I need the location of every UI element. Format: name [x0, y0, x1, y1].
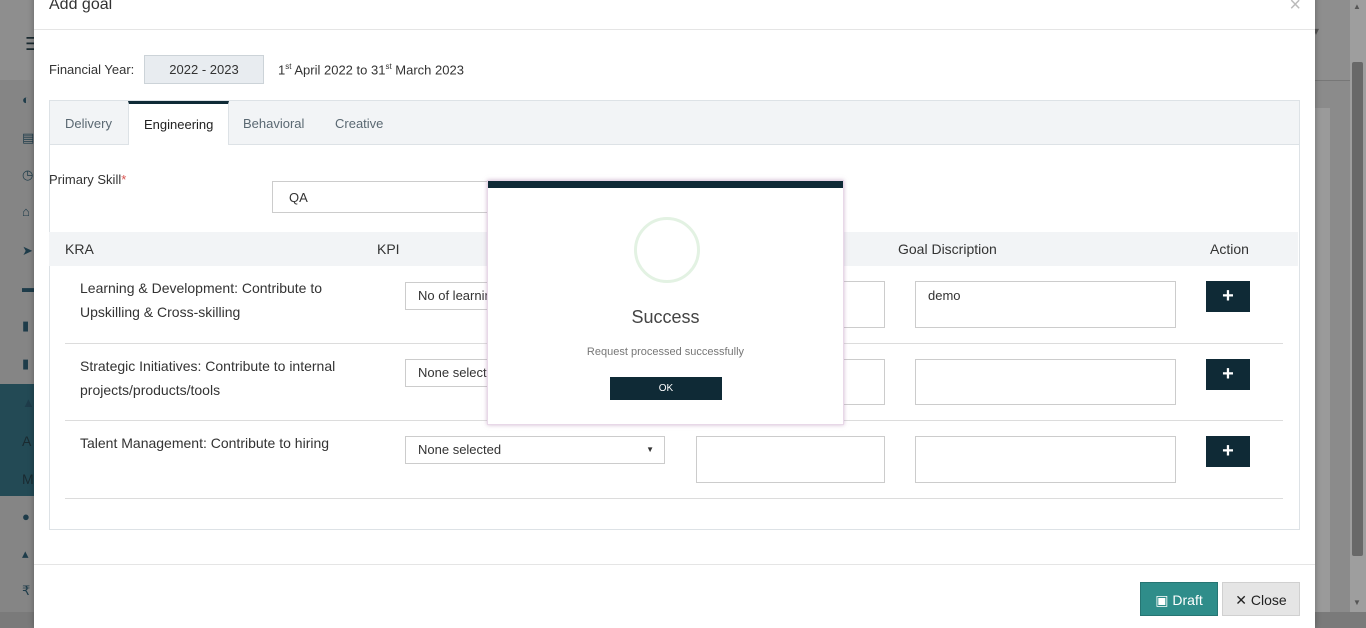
- row-kra-text: Strategic Initiatives: Contribute to int…: [80, 358, 336, 398]
- close-icon[interactable]: ×: [1289, 0, 1301, 17]
- header-goal-description: Goal Discription: [898, 241, 997, 257]
- submenu-item-m: M: [22, 471, 34, 487]
- dialog-title: Success: [631, 307, 700, 327]
- modal-header: Add goal ×: [34, 0, 1315, 30]
- graduation-cap-icon: ▲: [22, 395, 35, 410]
- tab-bar: Delivery Engineering Behavioral Creative: [50, 101, 1299, 145]
- header-action: Action: [1210, 241, 1249, 257]
- add-row-button[interactable]: +: [1206, 281, 1250, 312]
- home-icon: ⌂: [22, 204, 30, 219]
- save-icon: ▣: [1155, 592, 1169, 608]
- row-kra-text: Talent Management: Contribute to hiring: [80, 435, 330, 451]
- submenu-item-a: A: [22, 433, 32, 449]
- goal-description-field[interactable]: [915, 436, 1176, 483]
- add-row-button[interactable]: +: [1206, 436, 1250, 467]
- tab-behavioral[interactable]: Behavioral: [228, 101, 319, 144]
- success-dialog: Success Request processed successfully O…: [487, 180, 844, 425]
- document-icon: ▮: [22, 356, 30, 371]
- row-kra-text: Learning & Development: Contribute to Up…: [80, 280, 323, 320]
- row-divider: [65, 498, 1283, 499]
- draft-button[interactable]: ▣ Draft: [1140, 582, 1218, 616]
- scrollbar-thumb[interactable]: [1352, 62, 1363, 556]
- header-kpi: KPI: [377, 241, 400, 257]
- tab-delivery[interactable]: Delivery: [50, 101, 127, 144]
- primary-skill-label: Primary Skill*: [49, 172, 127, 187]
- scroll-down-arrow-icon[interactable]: ▼: [1353, 598, 1361, 607]
- kpi-select[interactable]: None selected ▼: [405, 436, 665, 464]
- financial-year-label: Financial Year:: [49, 62, 135, 77]
- book-icon: ▮: [22, 318, 30, 333]
- tab-creative[interactable]: Creative: [320, 101, 398, 144]
- address-book-icon: ▤: [22, 130, 35, 145]
- add-row-button[interactable]: +: [1206, 359, 1250, 390]
- folder-icon: ▬: [22, 280, 35, 295]
- chat-icon: ●: [22, 509, 30, 524]
- financial-year-range: 1st April 2022 to 31st March 2023: [278, 62, 464, 78]
- modal-title: Add goal: [49, 0, 113, 13]
- close-button[interactable]: ✕ Close: [1222, 582, 1300, 616]
- success-circle-icon: [634, 217, 700, 283]
- financial-year-field: 2022 - 2023: [144, 55, 264, 84]
- goal-description-field[interactable]: [915, 359, 1176, 405]
- rupee-icon: ₹: [22, 583, 31, 598]
- clock-icon: ◷: [22, 167, 34, 182]
- app-sidebar: [0, 80, 34, 612]
- goal-description-field[interactable]: demo: [915, 281, 1176, 328]
- header-kra: KRA: [65, 241, 94, 257]
- dialog-message: Request processed successfully: [586, 346, 745, 358]
- target-field[interactable]: [696, 436, 885, 483]
- ok-button[interactable]: OK: [610, 377, 722, 400]
- dialog-top-bar: [488, 181, 843, 188]
- modal-footer-divider: [34, 564, 1315, 565]
- caret-down-icon: ▼: [646, 445, 654, 454]
- users-icon: ▴: [22, 546, 29, 561]
- tab-engineering[interactable]: Engineering: [128, 101, 230, 145]
- dashboard-icon: ◐: [22, 92, 30, 107]
- close-x-icon: ✕: [1235, 592, 1248, 608]
- scroll-up-arrow-icon[interactable]: ▲: [1353, 2, 1361, 11]
- plane-icon: ➤: [22, 243, 33, 258]
